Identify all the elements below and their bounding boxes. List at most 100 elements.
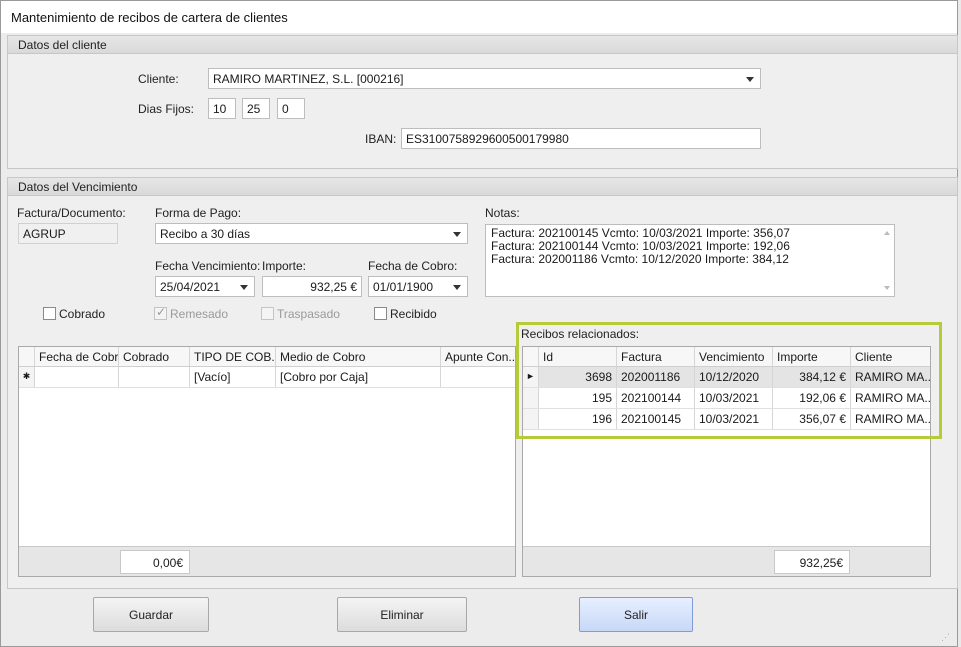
importe-label: Importe:	[262, 259, 307, 273]
cobros-grid[interactable]: Fecha de Cobro Cobrado TIPO DE COB... Me…	[18, 346, 516, 577]
col-tipo-cobro[interactable]: TIPO DE COB...	[190, 347, 276, 366]
cell-factura[interactable]: 202100145	[617, 409, 695, 429]
chevron-down-icon[interactable]	[240, 285, 248, 290]
new-row-icon: ✱	[19, 367, 35, 387]
dia-fijo-3-input[interactable]: 0	[277, 98, 305, 119]
cell-importe[interactable]: 192,06 €	[773, 388, 851, 408]
eliminar-button[interactable]: Eliminar	[337, 597, 467, 632]
factura-input[interactable]: AGRUP	[18, 223, 118, 244]
cliente-value: RAMIRO MARTINEZ, S.L. [000216]	[213, 72, 404, 86]
salir-button[interactable]: Salir	[579, 597, 693, 632]
cobros-grid-header: Fecha de Cobro Cobrado TIPO DE COB... Me…	[19, 347, 515, 367]
cell-id[interactable]: 195	[539, 388, 617, 408]
row-indicator	[523, 409, 539, 429]
col-importe[interactable]: Importe	[773, 347, 851, 366]
importe-input[interactable]: 932,25 €	[262, 276, 362, 297]
recibido-checkbox[interactable]	[374, 307, 387, 320]
cell-medio-cobro[interactable]: [Cobro por Caja]	[276, 367, 441, 387]
remesado-label: Remesado	[170, 307, 229, 321]
cell-cliente[interactable]: RAMIRO MA...	[851, 388, 930, 408]
cell-cliente[interactable]: RAMIRO MA...	[851, 409, 930, 429]
col-factura[interactable]: Factura	[617, 347, 695, 366]
cell-vencimiento[interactable]: 10/03/2021	[695, 388, 773, 408]
cell-factura[interactable]: 202100144	[617, 388, 695, 408]
scroll-up-icon[interactable]	[884, 231, 890, 235]
cliente-combo[interactable]: RAMIRO MARTINEZ, S.L. [000216]	[208, 68, 761, 89]
indicator-header	[19, 347, 35, 366]
remesado-checkbox[interactable]: ✓	[154, 305, 167, 320]
cell-importe[interactable]: 356,07 €	[773, 409, 851, 429]
iban-label: IBAN:	[365, 132, 397, 146]
cobros-total: 0,00€	[120, 550, 190, 574]
cell-importe[interactable]: 384,12 €	[773, 367, 851, 387]
chevron-down-icon[interactable]	[453, 232, 461, 237]
cell-apunte-con[interactable]	[441, 367, 515, 387]
indicator-header	[523, 347, 539, 366]
traspasado-checkbox[interactable]	[261, 307, 274, 320]
row-indicator	[523, 388, 539, 408]
col-cobrado[interactable]: Cobrado	[119, 347, 190, 366]
guardar-button[interactable]: Guardar	[93, 597, 209, 632]
cell-factura[interactable]: 202001186	[617, 367, 695, 387]
vencimiento-group: Datos del Vencimiento Factura/Documento:…	[7, 177, 958, 589]
cell-cobrado[interactable]	[119, 367, 190, 387]
scroll-down-icon[interactable]	[884, 286, 890, 290]
cliente-group-title: Datos del cliente	[18, 38, 107, 52]
fecha-cobro-value: 01/01/1900	[373, 280, 434, 294]
cobrado-checkbox[interactable]	[43, 307, 56, 320]
cell-cliente[interactable]: RAMIRO MA...	[851, 367, 930, 387]
cell-id[interactable]: 3698	[539, 367, 617, 387]
check-icon: ✓	[156, 305, 167, 319]
iban-input[interactable]: ES3100758929600500179980	[401, 128, 761, 149]
cobros-grid-footer: 0,00€	[19, 546, 515, 576]
table-row[interactable]: 196 202100145 10/03/2021 356,07 € RAMIRO…	[523, 409, 930, 430]
fecha-vencimiento-value: 25/04/2021	[160, 280, 221, 294]
cell-tipo-cobro[interactable]: [Vacío]	[190, 367, 276, 387]
recibos-label: Recibos relacionados:	[521, 327, 640, 341]
factura-label: Factura/Documento:	[17, 206, 126, 220]
window-title: Mantenimiento de recibos de cartera de c…	[11, 10, 288, 25]
cell-vencimiento[interactable]: 10/03/2021	[695, 409, 773, 429]
dia-fijo-1-input[interactable]: 10	[208, 98, 236, 119]
cell-fecha-cobro[interactable]	[35, 367, 119, 387]
col-fecha-cobro[interactable]: Fecha de Cobro	[35, 347, 119, 366]
fecha-vencimiento-picker[interactable]: 25/04/2021	[155, 276, 255, 297]
fecha-cobro-label: Fecha de Cobro:	[368, 259, 458, 273]
cliente-label: Cliente:	[138, 72, 179, 86]
cell-vencimiento[interactable]: 10/12/2020	[695, 367, 773, 387]
notas-textarea[interactable]: Factura: 202100145 Vcmto: 10/03/2021 Imp…	[485, 224, 895, 297]
dia-fijo-2-input[interactable]: 25	[242, 98, 270, 119]
cell-id[interactable]: 196	[539, 409, 617, 429]
new-row[interactable]: ✱ [Vacío] [Cobro por Caja]	[19, 367, 515, 388]
forma-pago-value: Recibo a 30 días	[160, 227, 251, 241]
notas-line: Factura: 202001186 Vcmto: 10/12/2020 Imp…	[491, 252, 789, 266]
cliente-group-header: Datos del cliente	[8, 36, 957, 54]
table-row[interactable]: ► 3698 202001186 10/12/2020 384,12 € RAM…	[523, 367, 930, 388]
recibos-grid-header: Id Factura Vencimiento Importe Cliente	[523, 347, 930, 367]
chevron-down-icon[interactable]	[453, 285, 461, 290]
col-medio-cobro[interactable]: Medio de Cobro	[276, 347, 441, 366]
traspasado-label: Traspasado	[277, 307, 340, 321]
cliente-group: Datos del cliente Cliente: RAMIRO MARTIN…	[7, 35, 958, 169]
fecha-cobro-picker[interactable]: 01/01/1900	[368, 276, 468, 297]
row-selected-icon: ►	[523, 367, 539, 387]
resize-grip-icon[interactable]: ⋰	[941, 632, 951, 642]
title-bar: Mantenimiento de recibos de cartera de c…	[1, 1, 957, 33]
recibos-grid[interactable]: Id Factura Vencimiento Importe Cliente ►…	[522, 346, 931, 577]
cobrado-label: Cobrado	[59, 307, 106, 321]
col-vencimiento[interactable]: Vencimiento	[695, 347, 773, 366]
table-row[interactable]: 195 202100144 10/03/2021 192,06 € RAMIRO…	[523, 388, 930, 409]
chevron-down-icon[interactable]	[746, 77, 754, 82]
forma-pago-label: Forma de Pago:	[155, 206, 242, 220]
fecha-vencimiento-label: Fecha Vencimiento:	[155, 259, 261, 273]
vencimiento-group-title: Datos del Vencimiento	[18, 180, 138, 194]
recibos-total: 932,25€	[774, 550, 850, 574]
notas-label: Notas:	[485, 206, 520, 220]
col-cliente[interactable]: Cliente	[851, 347, 930, 366]
col-id[interactable]: Id	[539, 347, 617, 366]
dialog-window: Mantenimiento de recibos de cartera de c…	[0, 0, 958, 647]
col-apunte-con[interactable]: Apunte Con...	[441, 347, 515, 366]
vencimiento-group-header: Datos del Vencimiento	[8, 178, 957, 196]
recibos-grid-footer: 932,25€	[523, 546, 930, 576]
forma-pago-combo[interactable]: Recibo a 30 días	[155, 223, 468, 244]
